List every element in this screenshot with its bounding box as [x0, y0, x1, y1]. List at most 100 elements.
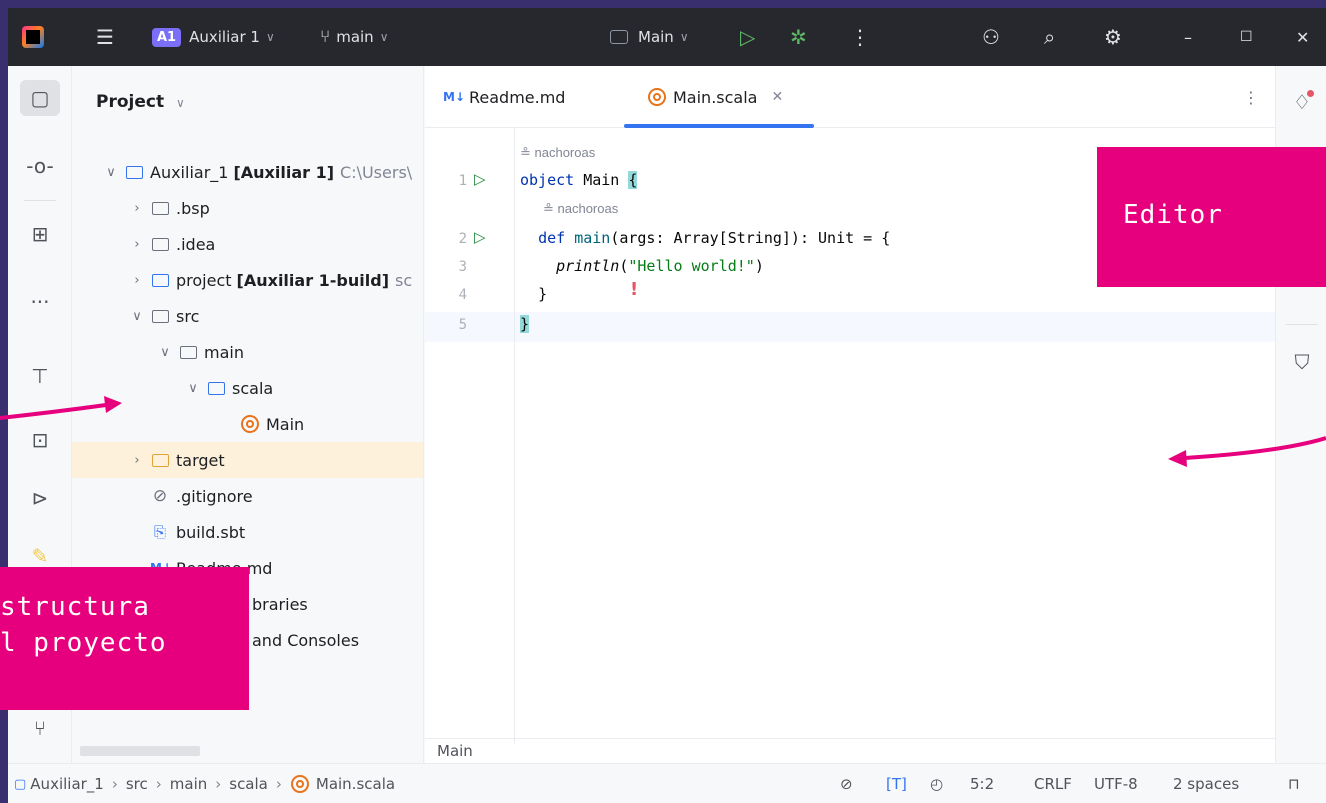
scala-object-icon	[240, 415, 260, 433]
project-badge: A1	[152, 27, 182, 47]
editor-callout-text: Editor	[1123, 200, 1223, 230]
run-gutter-icon[interactable]: ▷	[474, 170, 486, 188]
commit-tool-button[interactable]: -o-	[20, 148, 60, 184]
run-gutter-icon[interactable]: ▷	[474, 228, 486, 246]
code-line-1[interactable]: object Main {	[520, 171, 638, 189]
editor-tabs: M↓ Readme.md Main.scala ✕ ⋮	[425, 66, 1275, 128]
chevron-down-icon: ∨	[679, 30, 689, 44]
tree-item-src[interactable]: ∨ src	[72, 298, 423, 334]
minimize-button[interactable]: –	[1184, 8, 1192, 66]
active-tab-indicator	[624, 124, 814, 128]
folder-icon	[150, 236, 170, 252]
tree-item-idea[interactable]: › .idea	[72, 226, 423, 262]
search-button[interactable]: ⌕	[1044, 8, 1055, 66]
tab-options-button[interactable]: ⋮	[1243, 66, 1259, 128]
code-line-2[interactable]: def main(args: Array[String]): Unit = {	[520, 229, 890, 247]
tree-item-target[interactable]: › target	[72, 442, 423, 478]
editor-callout: Editor	[1097, 147, 1326, 287]
project-panel-header[interactable]: Project ∨	[96, 92, 185, 112]
tree-item-main-object[interactable]: Main	[72, 406, 423, 442]
folder-icon	[150, 200, 170, 216]
tree-item-label: Main	[266, 414, 305, 434]
chevron-down-icon: ∨	[188, 380, 198, 396]
tree-item-label: .idea	[176, 234, 216, 254]
file-encoding[interactable]: UTF-8	[1094, 764, 1138, 803]
code-line-5[interactable]: }	[520, 315, 530, 333]
play-icon: ▷	[740, 25, 756, 49]
bug-icon: ✲	[790, 25, 807, 49]
tree-item-label: main	[204, 342, 244, 362]
add-user-button[interactable]: ⚇	[982, 8, 1000, 66]
hammer-icon: ⊤	[31, 364, 49, 388]
main-menu-icon[interactable]: ☰	[96, 8, 114, 66]
run-button[interactable]: ▷	[740, 8, 755, 66]
more-actions-button[interactable]: ⋮	[850, 8, 870, 66]
tree-item-scala[interactable]: ∨ scala	[72, 370, 423, 406]
folder-icon	[178, 344, 198, 360]
project-switcher[interactable]: A1 Auxiliar 1 ∨	[152, 8, 275, 66]
maximize-icon: ☐	[1240, 29, 1253, 45]
project-tool-button[interactable]: ▢	[20, 80, 60, 116]
indent-setting[interactable]: 2 spaces	[1173, 764, 1239, 803]
code-author-hint[interactable]: ≗ nachoroas	[520, 145, 595, 161]
maximize-button[interactable]: ☐	[1240, 8, 1253, 66]
error-bulb-icon[interactable]: !	[630, 279, 638, 300]
tree-item-main[interactable]: ∨ main	[72, 334, 423, 370]
source-folder-icon	[206, 380, 226, 396]
crumb: Main.scala	[315, 775, 396, 793]
search-icon: ⌕	[1044, 25, 1056, 49]
crumb: scala	[229, 775, 268, 793]
status-breadcrumb[interactable]: ▢ Auxiliar_1 › src › main › scala › Main…	[14, 764, 395, 803]
line-separator[interactable]: CRLF	[1034, 764, 1072, 803]
folder-icon	[150, 308, 170, 324]
ide-logo[interactable]	[22, 8, 44, 66]
code-author-hint[interactable]: ≗ nachoroas	[543, 201, 618, 217]
close-tab-icon[interactable]: ✕	[771, 89, 783, 105]
run-tool-button[interactable]: ⊳	[20, 480, 60, 516]
module-folder-icon	[150, 272, 170, 288]
commit-icon: -o-	[26, 154, 54, 178]
build-tool-button[interactable]: ⊤	[20, 358, 60, 394]
structure-callout-line2: l proyecto	[0, 628, 167, 658]
tab-main-scala[interactable]: Main.scala ✕	[647, 66, 783, 128]
chevron-right-icon: ›	[134, 200, 140, 216]
structure-icon: ⊞	[31, 222, 49, 246]
run-config-selector[interactable]: Main ∨	[610, 8, 689, 66]
tab-readme[interactable]: M↓ Readme.md	[443, 66, 565, 128]
notifications-button[interactable]: ♢	[1282, 84, 1322, 120]
debug-button[interactable]: ✲	[790, 8, 807, 66]
horizontal-scrollbar[interactable]	[80, 746, 200, 756]
chevron-right-icon: ›	[111, 775, 118, 793]
structure-tool-button[interactable]: ⊞	[20, 216, 60, 252]
tree-item-root[interactable]: ∨ Auxiliar_1 [Auxiliar 1] C:\Users\	[72, 154, 423, 190]
tree-item-gitignore[interactable]: ⊘ .gitignore	[72, 478, 423, 514]
git-tool-button[interactable]: ⑂	[20, 710, 60, 746]
branch-switcher[interactable]: ⑂ main ∨	[320, 8, 388, 66]
module-icon: ▢	[14, 776, 27, 792]
read-only-toggle[interactable]: ⊓	[1288, 764, 1300, 803]
chevron-down-icon: ∨	[160, 344, 170, 360]
notification-dot	[1307, 90, 1314, 97]
more-tools-button[interactable]: ···	[20, 284, 60, 320]
tag-indicator[interactable]: [T]	[886, 764, 907, 803]
services-tool-button[interactable]: ⊡	[20, 422, 60, 458]
inspections-off-button[interactable]: ⊘	[840, 764, 853, 803]
security-tool-button[interactable]: ⛉	[1282, 344, 1322, 380]
code-line-3[interactable]: println("Hello world!")	[520, 257, 764, 275]
editor-breadcrumb[interactable]: Main	[425, 738, 1275, 763]
tree-item-project[interactable]: › project [Auxiliar 1-build] sc	[72, 262, 423, 298]
close-button[interactable]: ✕	[1296, 8, 1309, 66]
current-line-highlight	[425, 312, 1275, 342]
code-line-4[interactable]: }	[520, 285, 547, 303]
caret-position[interactable]: 5:2	[970, 764, 994, 803]
settings-button[interactable]: ⚙	[1104, 8, 1122, 66]
line-number: 3	[458, 259, 467, 275]
memory-indicator[interactable]: ◴	[930, 764, 943, 803]
status-bar: ▢ Auxiliar_1 › src › main › scala › Main…	[8, 763, 1326, 803]
tree-item-label: .bsp	[176, 198, 210, 218]
tree-item-bsp[interactable]: › .bsp	[72, 190, 423, 226]
tree-item-label: .gitignore	[176, 486, 253, 506]
tree-item-build-sbt[interactable]: ⎘ build.sbt	[72, 514, 423, 550]
services-icon: ⊡	[31, 428, 49, 452]
tab-label: Main.scala	[673, 87, 758, 107]
